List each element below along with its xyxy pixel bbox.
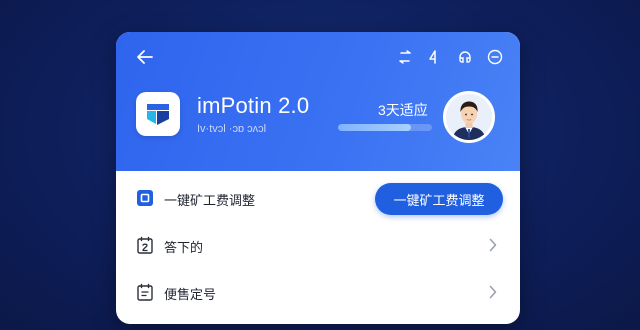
back-arrow-icon[interactable] xyxy=(134,46,156,68)
progress-fill xyxy=(338,124,412,131)
list-item-label: 答下的 xyxy=(164,240,204,255)
chevron-right-icon xyxy=(488,285,498,299)
app-logo-icon xyxy=(136,92,180,136)
list-item-answers[interactable]: 答下的 xyxy=(116,222,520,268)
top-toolbar xyxy=(394,46,506,68)
square-box-icon xyxy=(136,189,154,207)
headset-icon[interactable] xyxy=(454,46,476,68)
calendar-list-icon xyxy=(136,283,154,301)
list-item-sale-number[interactable]: 便售定号 xyxy=(116,269,520,315)
menu-circle-icon[interactable] xyxy=(484,46,506,68)
header-panel: imPotin 2.0 Iv·tvɔl ·ɔɒ ɔʌɔl 3天适应 xyxy=(116,32,520,171)
list-item-label: 便售定号 xyxy=(164,287,217,302)
app-subtitle: Iv·tvɔl ·ɔɒ ɔʌɔl xyxy=(197,123,267,135)
list-item-label: 一键矿工费调整 xyxy=(164,193,256,208)
progress-label: 3天适应 xyxy=(378,102,428,118)
chevron-right-icon xyxy=(488,238,498,252)
avatar[interactable] xyxy=(443,91,495,143)
fee-adjust-button[interactable]: 一键矿工费调整 xyxy=(375,183,503,215)
calendar-2-icon xyxy=(136,236,154,254)
share-icon[interactable] xyxy=(424,46,446,68)
app-card: imPotin 2.0 Iv·tvɔl ·ɔɒ ɔʌɔl 3天适应 一键矿工费调… xyxy=(116,32,520,324)
progress-bar xyxy=(338,124,432,131)
swap-icon[interactable] xyxy=(394,46,416,68)
app-title: imPotin 2.0 xyxy=(197,93,310,118)
